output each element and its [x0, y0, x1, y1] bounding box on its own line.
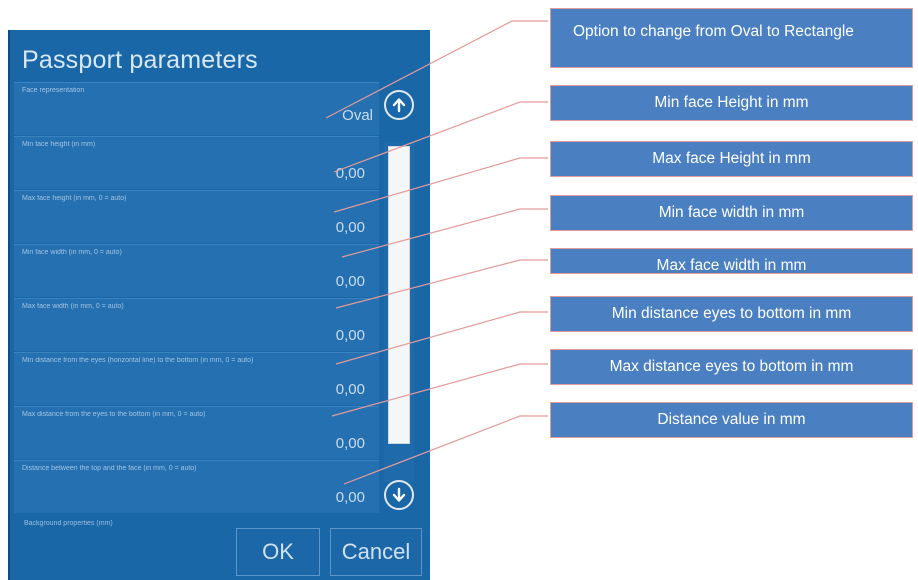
min-face-width-row[interactable]: Min face width (in mm, 0 = auto) 0,00 — [14, 244, 379, 297]
max-face-height-row[interactable]: Max face height (in mm, 0 = auto) 0,00 — [14, 190, 379, 243]
max-face-width-row[interactable]: Max face width (in mm, 0 = auto) 0,00 — [14, 298, 379, 351]
top-to-face-distance-input[interactable]: 0,00 — [336, 489, 365, 506]
min-face-height-label: Min face height (in mm) — [22, 141, 96, 148]
max-eyes-to-bottom-row[interactable]: Max distance from the eyes to the bottom… — [14, 406, 379, 459]
top-to-face-distance-row[interactable]: Distance between the top and the face (i… — [14, 460, 379, 513]
background-properties-label: Background properties (mm) — [24, 520, 113, 527]
min-face-width-input[interactable]: 0,00 — [336, 273, 365, 290]
dialog-title: Passport parameters — [22, 46, 258, 74]
callout-face-representation: Option to change from Oval to Rectangle — [550, 8, 913, 68]
face-representation-row[interactable]: Face representation Oval — [14, 82, 379, 135]
callout-max-face-width: Max face width in mm — [550, 248, 913, 274]
callout-max-face-height: Max face Height in mm — [550, 141, 913, 177]
cancel-button[interactable]: Cancel — [330, 528, 422, 576]
passport-parameters-dialog: Passport parameters Face representation … — [10, 30, 430, 580]
callout-min-face-height: Min face Height in mm — [550, 85, 913, 121]
min-eyes-to-bottom-label: Min distance from the eyes (horizontal l… — [22, 357, 254, 364]
callout-min-eyes-to-bottom: Min distance eyes to bottom in mm — [550, 296, 913, 332]
callout-distance-value: Distance value in mm — [550, 402, 913, 438]
max-eyes-to-bottom-input[interactable]: 0,00 — [336, 435, 365, 452]
max-eyes-to-bottom-label: Max distance from the eyes to the bottom… — [22, 411, 206, 418]
face-representation-label: Face representation — [22, 87, 85, 94]
callout-min-face-width: Min face width in mm — [550, 195, 913, 231]
scrollbar-thumb[interactable] — [388, 146, 410, 444]
arrow-down-icon — [392, 487, 406, 502]
max-face-width-input[interactable]: 0,00 — [336, 327, 365, 344]
scroll-up-button[interactable] — [384, 90, 414, 120]
min-face-height-row[interactable]: Min face height (in mm) 0,00 — [14, 136, 379, 189]
min-eyes-to-bottom-row[interactable]: Min distance from the eyes (horizontal l… — [14, 352, 379, 405]
arrow-up-icon — [392, 98, 406, 113]
callout-max-eyes-to-bottom: Max distance eyes to bottom in mm — [550, 349, 913, 385]
max-face-height-label: Max face height (in mm, 0 = auto) — [22, 195, 127, 202]
max-face-width-label: Max face width (in mm, 0 = auto) — [22, 303, 124, 310]
max-face-height-input[interactable]: 0,00 — [336, 219, 365, 236]
scroll-down-button[interactable] — [384, 480, 414, 510]
top-to-face-distance-label: Distance between the top and the face (i… — [22, 465, 197, 472]
min-face-width-label: Min face width (in mm, 0 = auto) — [22, 249, 122, 256]
min-eyes-to-bottom-input[interactable]: 0,00 — [336, 381, 365, 398]
ok-button[interactable]: OK — [236, 528, 320, 576]
face-representation-value[interactable]: Oval — [342, 107, 373, 124]
min-face-height-input[interactable]: 0,00 — [336, 165, 365, 182]
